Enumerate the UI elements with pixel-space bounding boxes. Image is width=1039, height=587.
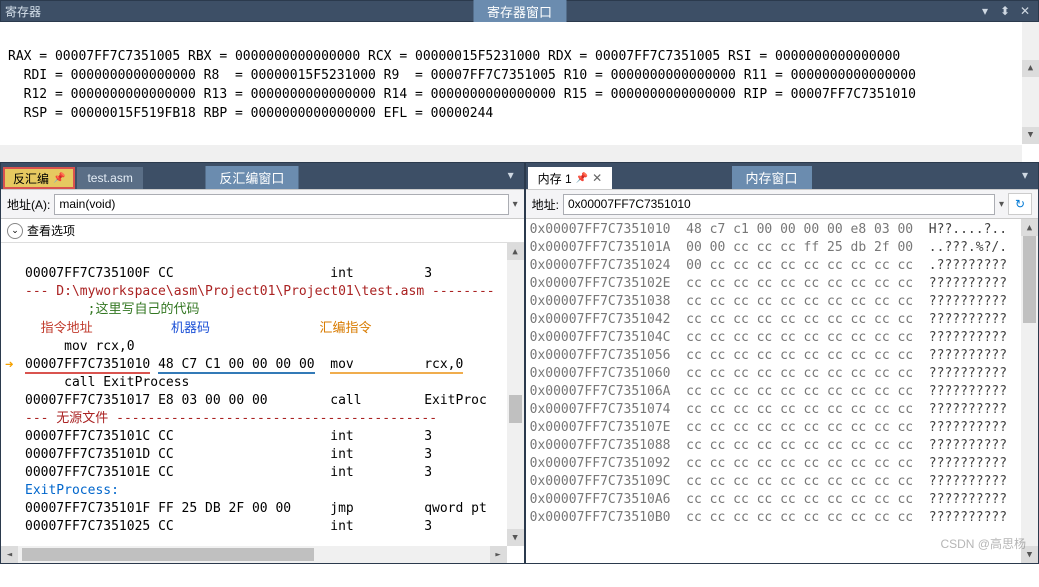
memory-addr-label: 地址: — [532, 196, 559, 213]
pin-icon[interactable]: 📌 — [53, 173, 65, 184]
memory-pane: 内存 1 📌 ✕ 内存窗口 ▾ 地址: ▾ ↻ 0x00007FF7C73510… — [525, 162, 1039, 564]
memory-row: 0x00007FF7C735101A 00 00 cc cc cc ff 25 … — [530, 239, 1034, 257]
tab-memory1[interactable]: 内存 1 📌 ✕ — [528, 167, 613, 189]
reg-line-3: RSP = 00000015F519FB18 RBP = 00000000000… — [8, 106, 501, 121]
bottom-row: 反汇编 📌 test.asm 反汇编窗口 ▾ 地址(A): ▾ ⌄ 查看选项 0… — [0, 162, 1039, 564]
memory-row: 0x00007FF7C7351074 cc cc cc cc cc cc cc … — [530, 401, 1034, 419]
tab-disasm[interactable]: 反汇编 📌 — [3, 167, 75, 189]
d-l5: 00007FF7C7351017 E8 03 00 00 00 call Exi… — [25, 393, 487, 408]
memory-row: 0x00007FF7C7351092 cc cc cc cc cc cc cc … — [530, 455, 1034, 473]
d-annot: 指令地址 机器码 汇编指令 — [25, 321, 372, 336]
register-scroll-h[interactable]: ◄ ► — [0, 145, 1022, 162]
close-icon[interactable]: ✕ — [592, 171, 602, 185]
close-icon[interactable]: ✕ — [1016, 3, 1034, 19]
scroll-down-icon[interactable]: ▼ — [1022, 127, 1039, 144]
tab-disasm-label: 反汇编 — [13, 170, 49, 187]
pin-icon[interactable]: ⬍ — [996, 3, 1014, 19]
memory-scroll-v[interactable]: ▲ ▼ — [1021, 219, 1038, 563]
current-line-arrow-icon: ➜ — [5, 356, 13, 374]
dropdown-icon[interactable]: ▾ — [976, 3, 994, 19]
pin-icon[interactable]: 📌 — [576, 173, 588, 184]
disasm-body[interactable]: 00007FF7C735100F CC int 3 --- D:\myworks… — [1, 243, 524, 563]
d-pre-mov: mov rcx,0 — [25, 339, 135, 354]
reg-line-2: R12 = 0000000000000000 R13 = 00000000000… — [8, 87, 924, 102]
memory-row: 0x00007FF7C7351056 cc cc cc cc cc cc cc … — [530, 347, 1034, 365]
d-l7: 00007FF7C735101D CC int 3 — [25, 447, 432, 462]
scroll-up-icon[interactable]: ▲ — [1021, 219, 1038, 236]
disasm-scroll-v[interactable]: ▲ ▼ — [507, 243, 524, 546]
memory-row: 0x00007FF7C7351024 00 cc cc cc cc cc cc … — [530, 257, 1034, 275]
disasm-center-title: 反汇编窗口 — [205, 166, 298, 189]
disasm-tab-strip: 反汇编 📌 test.asm 反汇编窗口 ▾ — [1, 163, 524, 189]
registers-panel: 寄存器 寄存器窗口 ▾ ⬍ ✕ RAX = 00007FF7C7351005 R… — [0, 0, 1039, 162]
reg-line-0: RAX = 00007FF7C7351005 RBX = 00000000000… — [8, 49, 908, 64]
d-exitproc: ExitProcess: — [25, 483, 119, 498]
dropdown-icon[interactable]: ▾ — [999, 199, 1004, 210]
tab-testasm-label: test.asm — [87, 171, 132, 185]
scroll-up-icon[interactable]: ▲ — [1022, 60, 1039, 77]
tab-memory1-label: 内存 1 — [538, 170, 572, 187]
memory-row: 0x00007FF7C735107E cc cc cc cc cc cc cc … — [530, 419, 1034, 437]
memory-tab-strip: 内存 1 📌 ✕ 内存窗口 ▾ — [526, 163, 1038, 189]
d-comment: ;这里写自己的代码 — [25, 302, 199, 317]
disasm-scroll-h[interactable]: ◄ ► — [1, 546, 507, 563]
registers-center-title: 寄存器窗口 — [473, 0, 566, 23]
registers-title: 寄存器 — [5, 3, 41, 20]
dropdown-icon[interactable]: ▾ — [513, 199, 518, 210]
memory-row: 0x00007FF7C7351042 cc cc cc cc cc cc cc … — [530, 311, 1034, 329]
d-l10: 00007FF7C7351025 CC int 3 — [25, 519, 432, 534]
tab-testasm[interactable]: test.asm — [77, 167, 142, 189]
registers-header: 寄存器 寄存器窗口 ▾ ⬍ ✕ — [0, 0, 1039, 22]
d-cur: ➜00007FF7C7351010 48 C7 C1 00 00 00 00 m… — [25, 357, 463, 372]
registers-body: RAX = 00007FF7C7351005 RBX = 00000000000… — [0, 22, 1039, 162]
d-nosrc: --- 无源文件 -------------------------------… — [25, 411, 437, 426]
memory-row: 0x00007FF7C735104C cc cc cc cc cc cc cc … — [530, 329, 1034, 347]
memory-row: 0x00007FF7C7351038 cc cc cc cc cc cc cc … — [530, 293, 1034, 311]
memory-row: 0x00007FF7C735109C cc cc cc cc cc cc cc … — [530, 473, 1034, 491]
memory-row: 0x00007FF7C73510B0 cc cc cc cc cc cc cc … — [530, 509, 1034, 527]
reg-line-1: RDI = 0000000000000000 R8 = 00000015F523… — [8, 68, 924, 83]
memory-center-title: 内存窗口 — [732, 166, 812, 189]
scroll-thumb-h[interactable] — [22, 548, 314, 561]
scroll-left-icon[interactable]: ◄ — [1, 546, 18, 563]
memory-row: 0x00007FF7C735102E cc cc cc cc cc cc cc … — [530, 275, 1034, 293]
d-l0: 00007FF7C735100F CC int 3 — [25, 266, 432, 281]
d-path: --- D:\myworkspace\asm\Project01\Project… — [25, 284, 495, 299]
chevron-down-icon[interactable]: ⌄ — [7, 223, 23, 239]
memory-row: 0x00007FF7C7351010 48 c7 c1 00 00 00 00 … — [530, 221, 1034, 239]
register-scroll-v[interactable]: ▲ ▼ — [1022, 22, 1039, 144]
watermark: CSDN @高思杨 — [940, 535, 1026, 553]
tab-dropdown-icon[interactable]: ▾ — [502, 167, 520, 183]
tab-dropdown-icon[interactable]: ▾ — [1016, 167, 1034, 183]
d-l9: 00007FF7C735101F FF 25 DB 2F 00 00 jmp q… — [25, 501, 487, 516]
memory-row: 0x00007FF7C735106A cc cc cc cc cc cc cc … — [530, 383, 1034, 401]
disasm-addr-input[interactable] — [54, 194, 508, 215]
disasm-addr-toolbar: 地址(A): ▾ — [1, 189, 524, 219]
scroll-down-icon[interactable]: ▼ — [507, 529, 524, 546]
disasm-options-label: 查看选项 — [27, 222, 75, 239]
d-l6: 00007FF7C735101C CC int 3 — [25, 429, 432, 444]
d-l8: 00007FF7C735101E CC int 3 — [25, 465, 432, 480]
scroll-thumb[interactable] — [509, 395, 522, 423]
refresh-button[interactable]: ↻ — [1008, 193, 1032, 215]
scroll-up-icon[interactable]: ▲ — [507, 243, 524, 260]
memory-row: 0x00007FF7C7351088 cc cc cc cc cc cc cc … — [530, 437, 1034, 455]
memory-body[interactable]: 0x00007FF7C7351010 48 c7 c1 00 00 00 00 … — [526, 219, 1038, 563]
disasm-options-row[interactable]: ⌄ 查看选项 — [1, 219, 524, 243]
disasm-pane: 反汇编 📌 test.asm 反汇编窗口 ▾ 地址(A): ▾ ⌄ 查看选项 0… — [0, 162, 525, 564]
memory-row: 0x00007FF7C7351060 cc cc cc cc cc cc cc … — [530, 365, 1034, 383]
memory-addr-input[interactable] — [563, 194, 995, 215]
memory-row: 0x00007FF7C73510A6 cc cc cc cc cc cc cc … — [530, 491, 1034, 509]
memory-addr-toolbar: 地址: ▾ ↻ — [526, 189, 1038, 219]
scroll-right-icon[interactable]: ► — [490, 546, 507, 563]
scroll-thumb[interactable] — [1023, 236, 1036, 323]
disasm-addr-label: 地址(A): — [7, 196, 50, 213]
d-call: call ExitProcess — [25, 375, 189, 390]
